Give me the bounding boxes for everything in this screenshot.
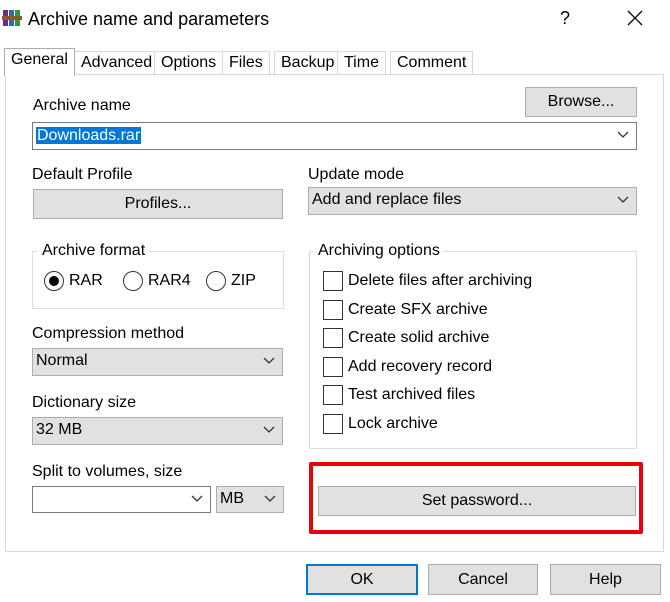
option-lock-archive-label: Lock archive <box>348 415 438 432</box>
update-mode-value: Add and replace files <box>312 191 462 208</box>
winrar-app-icon <box>2 10 22 26</box>
option-create-sfx-label: Create SFX archive <box>348 301 488 318</box>
close-icon[interactable] <box>620 4 650 32</box>
tab-files[interactable]: Files <box>222 51 270 75</box>
checkbox-create-sfx[interactable] <box>323 300 343 320</box>
radio-zip-label: ZIP <box>231 272 256 289</box>
tab-backup[interactable]: Backup <box>274 51 342 75</box>
checkbox-test-files[interactable] <box>323 385 343 405</box>
tab-advanced[interactable]: Advanced <box>74 51 160 75</box>
chevron-down-icon[interactable] <box>617 131 629 139</box>
chevron-down-icon[interactable] <box>263 357 275 365</box>
archive-name-label: Archive name <box>33 97 131 114</box>
title-bar: Archive name and parameters ? <box>0 0 670 40</box>
option-test-files-label: Test archived files <box>348 386 476 403</box>
dictionary-size-label: Dictionary size <box>32 394 137 411</box>
dictionary-size-value: 32 MB <box>36 421 83 438</box>
checkbox-lock-archive[interactable] <box>323 414 343 434</box>
chevron-down-icon[interactable] <box>264 495 276 503</box>
checkbox-create-solid[interactable] <box>323 328 343 348</box>
chevron-down-icon[interactable] <box>617 196 629 204</box>
split-volumes-label: Split to volumes, size <box>32 463 183 480</box>
radio-rar4[interactable] <box>123 271 143 291</box>
checkbox-delete-files[interactable] <box>323 271 343 291</box>
ok-button[interactable]: OK <box>306 564 418 595</box>
option-delete-files-label: Delete files after archiving <box>348 272 533 289</box>
radio-rar-label: RAR <box>69 272 103 289</box>
title-help-button[interactable]: ? <box>553 4 577 32</box>
highlight-annotation-box <box>309 462 643 534</box>
compression-method-label: Compression method <box>32 325 185 342</box>
split-volumes-combobox[interactable] <box>32 486 211 513</box>
archiving-options-label: Archiving options <box>314 242 444 260</box>
archive-name-combobox[interactable]: Downloads.rar <box>32 122 637 150</box>
chevron-down-icon[interactable] <box>191 495 203 503</box>
radio-rar4-label: RAR4 <box>148 272 191 289</box>
browse-button[interactable]: Browse... <box>525 87 637 117</box>
compression-method-value: Normal <box>36 352 88 369</box>
split-unit-select[interactable]: MB <box>216 486 284 513</box>
compression-method-select[interactable]: Normal <box>32 348 283 376</box>
tab-comment[interactable]: Comment <box>390 51 474 75</box>
radio-zip[interactable] <box>206 271 226 291</box>
split-unit-value: MB <box>220 490 244 507</box>
archive-format-label: Archive format <box>38 242 150 260</box>
radio-selected-dot <box>49 276 59 286</box>
profiles-button[interactable]: Profiles... <box>33 189 283 219</box>
radio-rar[interactable] <box>44 271 64 291</box>
update-mode-label: Update mode <box>308 166 405 183</box>
chevron-down-icon[interactable] <box>263 426 275 434</box>
cancel-button[interactable]: Cancel <box>428 564 538 595</box>
help-button[interactable]: Help <box>550 564 661 595</box>
tab-time[interactable]: Time <box>337 51 386 75</box>
window-title: Archive name and parameters <box>28 9 270 29</box>
option-create-solid-label: Create solid archive <box>348 329 490 346</box>
checkbox-recovery-record[interactable] <box>323 357 343 377</box>
tab-general[interactable]: General <box>4 48 75 76</box>
dictionary-size-select[interactable]: 32 MB <box>32 417 283 445</box>
default-profile-label: Default Profile <box>32 166 133 183</box>
tab-options[interactable]: Options <box>154 51 224 75</box>
update-mode-select[interactable]: Add and replace files <box>308 187 637 215</box>
archive-name-input[interactable]: Downloads.rar <box>36 127 142 144</box>
option-recovery-record-label: Add recovery record <box>348 358 493 375</box>
